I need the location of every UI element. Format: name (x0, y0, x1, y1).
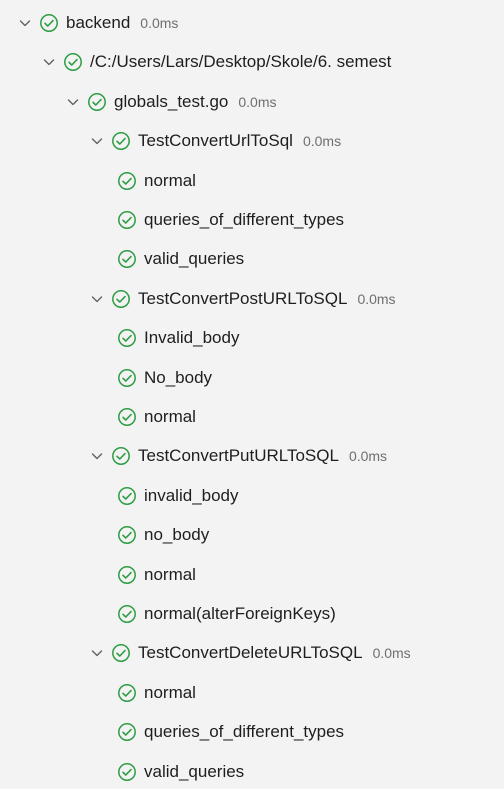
pass-check-icon (116, 564, 138, 586)
chevron-down-icon[interactable] (86, 642, 108, 664)
test-label: queries_of_different_types (144, 722, 345, 742)
test-label: queries_of_different_types (144, 210, 345, 229)
pass-check-icon (110, 130, 132, 152)
test-label: valid_queries (144, 249, 245, 269)
chevron-down-icon[interactable] (62, 91, 84, 113)
pass-check-icon (116, 367, 138, 389)
pass-check-icon (62, 51, 84, 73)
test-duration: 0.0ms (372, 645, 411, 662)
pass-check-icon (116, 761, 138, 783)
test-label: TestConvertUrlToSql (138, 131, 293, 151)
test-case-item[interactable]: normal(alterForeignKeys) (0, 594, 504, 634)
test-label: Invalid_body (144, 328, 240, 348)
pass-check-icon (110, 642, 132, 664)
test-label: valid_queries (144, 761, 245, 781)
chevron-down-icon[interactable] (38, 51, 60, 73)
tree-node[interactable]: TestConvertPutURLToSQL 0.0ms (0, 436, 504, 476)
chevron-down-icon[interactable] (14, 12, 36, 34)
test-label: backend (66, 13, 131, 32)
test-case-item[interactable]: Invalid_body (0, 318, 504, 358)
test-label: normal(alterForeignKeys) (144, 604, 336, 623)
test-duration: 0.0ms (238, 93, 277, 110)
chevron-down-icon[interactable] (86, 445, 108, 467)
pass-check-icon (86, 91, 108, 113)
test-case-item[interactable]: queries_of_different_types (0, 200, 504, 240)
test-label: globals_test.go (114, 91, 229, 111)
pass-check-icon (116, 682, 138, 704)
pass-check-icon (116, 248, 138, 270)
pass-check-icon (116, 209, 138, 231)
chevron-down-icon[interactable] (86, 130, 108, 152)
pass-check-icon (116, 170, 138, 192)
test-case-item[interactable]: No_body (0, 358, 504, 398)
test-label: /C:/Users/Lars/Desktop/Skole/6. semest (90, 52, 392, 72)
test-case-item[interactable]: queries_of_different_types (0, 712, 504, 752)
test-case-item[interactable]: valid_queries (0, 239, 504, 279)
tree-node[interactable]: TestConvertPostURLToSQL 0.0ms (0, 279, 504, 319)
pass-check-icon (110, 288, 132, 310)
test-duration: 0.0ms (140, 15, 179, 31)
test-case-item[interactable]: normal (0, 397, 504, 437)
test-label: invalid_body (144, 485, 239, 505)
test-label: normal (144, 407, 196, 426)
tree-node[interactable]: /C:/Users/Lars/Desktop/Skole/6. semest (0, 42, 504, 82)
pass-check-icon (116, 603, 138, 625)
test-label: TestConvertPostURLToSQL (138, 288, 348, 308)
test-label: normal (144, 682, 196, 702)
test-case-item[interactable]: invalid_body (0, 476, 504, 516)
test-label: normal (144, 564, 196, 584)
test-case-item[interactable]: valid_queries (0, 752, 504, 789)
pass-check-icon (110, 445, 132, 467)
chevron-down-icon[interactable] (86, 288, 108, 310)
pass-check-icon (116, 721, 138, 743)
pass-check-icon (116, 485, 138, 507)
test-label: TestConvertDeleteURLToSQL (138, 643, 363, 663)
pass-check-icon (116, 406, 138, 428)
test-duration: 0.0ms (357, 290, 396, 307)
test-case-item[interactable]: no_body (0, 515, 504, 555)
tree-node[interactable]: TestConvertDeleteURLToSQL 0.0ms (0, 633, 504, 673)
tree-node[interactable]: TestConvertUrlToSql 0.0ms (0, 121, 504, 161)
pass-check-icon (116, 524, 138, 546)
test-explorer-tree: backend 0.0ms/C:/Users/Lars/Desktop/Skole… (0, 0, 504, 789)
test-case-item[interactable]: normal (0, 673, 504, 713)
test-duration: 0.0ms (348, 448, 388, 465)
test-duration: 0.0ms (302, 133, 342, 150)
test-label: No_body (144, 367, 213, 387)
pass-check-icon (116, 327, 138, 349)
test-label: no_body (144, 525, 210, 545)
tree-node[interactable]: backend 0.0ms (0, 3, 504, 43)
test-label: normal (144, 170, 196, 190)
tree-node[interactable]: globals_test.go 0.0ms (0, 82, 504, 122)
test-label: TestConvertPutURLToSQL (138, 446, 339, 466)
pass-check-icon (38, 12, 60, 34)
test-case-item[interactable]: normal (0, 161, 504, 201)
test-case-item[interactable]: normal (0, 555, 504, 595)
